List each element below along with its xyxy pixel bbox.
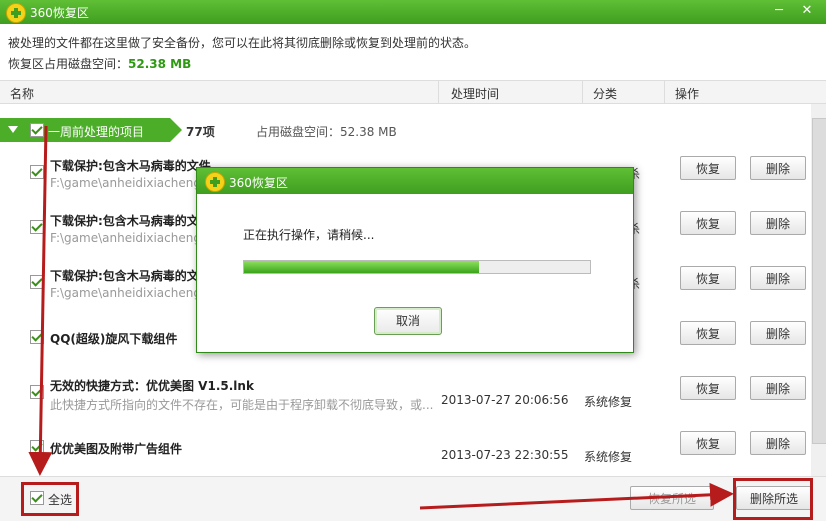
cancel-button[interactable]: 取消 bbox=[374, 307, 442, 335]
progress-dialog: 360恢复区 正在执行操作，请稍候... 取消 bbox=[196, 167, 634, 353]
dialog-title-bar: 360恢复区 bbox=[197, 168, 633, 194]
dialog-title: 360恢复区 bbox=[229, 176, 288, 190]
progress-fill bbox=[244, 261, 480, 273]
360-logo-icon bbox=[205, 172, 225, 192]
progress-bar bbox=[243, 260, 591, 274]
dialog-message: 正在执行操作，请稍候... bbox=[243, 228, 375, 242]
annotation-arrow-right bbox=[419, 482, 734, 510]
annotation-arrow-down bbox=[28, 125, 53, 476]
